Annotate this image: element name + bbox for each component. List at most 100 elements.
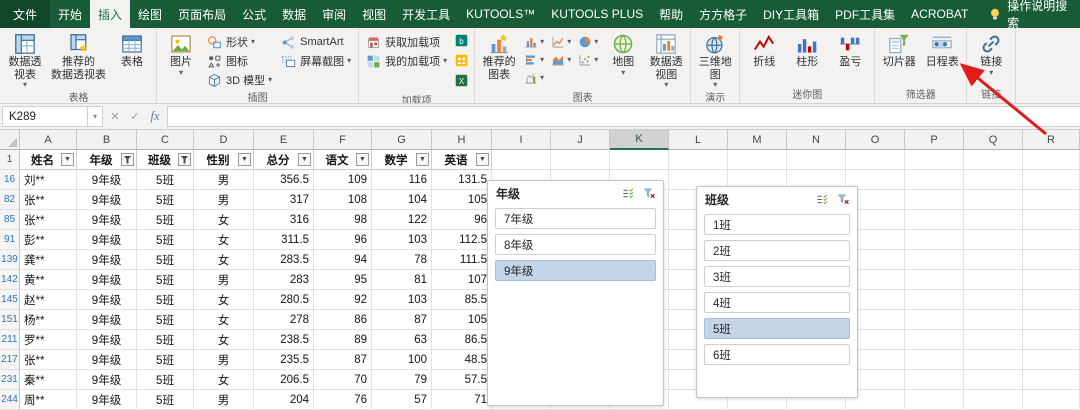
recommended-charts-button[interactable]: 推荐的 图表 [478, 30, 520, 81]
cell[interactable]: 9年级 [77, 330, 137, 350]
row-header[interactable]: 217 [0, 350, 20, 370]
ribbon-tab-data[interactable]: 数据 [274, 0, 314, 28]
row-header[interactable]: 1 [0, 150, 20, 170]
column-header-D[interactable]: D [194, 130, 254, 150]
cell[interactable]: 278 [254, 310, 314, 330]
cell[interactable]: 111.5 [432, 250, 492, 270]
cell[interactable] [1023, 270, 1080, 290]
cell[interactable]: 赵** [20, 290, 77, 310]
cell[interactable] [1023, 170, 1080, 190]
cell[interactable]: 9年级 [77, 370, 137, 390]
cell[interactable]: 罗** [20, 330, 77, 350]
name-box-dropdown-icon[interactable]: ▾ [88, 106, 103, 127]
column-header-C[interactable]: C [137, 130, 194, 150]
cell[interactable]: 男 [194, 170, 254, 190]
column-header-R[interactable]: R [1023, 130, 1080, 150]
recommended-pivottables-button[interactable]: 推荐的 数据透视表 [47, 30, 110, 81]
cell[interactable]: 122 [372, 210, 432, 230]
cell[interactable]: 311.5 [254, 230, 314, 250]
cell[interactable]: 英语 ▼ [432, 150, 492, 170]
filter-dropdown-button[interactable]: ▼ [238, 153, 251, 166]
cell[interactable]: 116 [372, 170, 432, 190]
slicer-item[interactable]: 2班 [704, 240, 850, 261]
ribbon-tab-file[interactable]: 文件 [0, 0, 51, 28]
cell[interactable]: 男 [194, 270, 254, 290]
cell[interactable]: 107 [432, 270, 492, 290]
cell[interactable]: 黄** [20, 270, 77, 290]
cell[interactable] [905, 270, 964, 290]
insert-pie-chart-button[interactable]: ▾ [575, 33, 601, 50]
insert-column-chart-button[interactable]: ▾ [521, 33, 547, 50]
cell[interactable] [492, 150, 551, 170]
cell[interactable]: 48.5 [432, 350, 492, 370]
cell[interactable] [905, 170, 964, 190]
cell[interactable] [1023, 390, 1080, 410]
cell[interactable]: 女 [194, 230, 254, 250]
cell[interactable] [905, 230, 964, 250]
cell[interactable] [964, 290, 1023, 310]
link-button[interactable]: 链接 ▾ [970, 30, 1012, 77]
cell[interactable]: 5班 [137, 350, 194, 370]
cell[interactable]: 86.5 [432, 330, 492, 350]
insert-scatter-chart-button[interactable]: ▾ [575, 51, 601, 68]
cell[interactable]: 5班 [137, 190, 194, 210]
cell[interactable] [905, 250, 964, 270]
cell[interactable]: 彭** [20, 230, 77, 250]
multi-select-button[interactable] [619, 186, 637, 202]
sparkline-winloss-button[interactable]: 盈亏 [829, 30, 871, 69]
column-header-L[interactable]: L [669, 130, 728, 150]
cell[interactable]: 5班 [137, 310, 194, 330]
cell[interactable] [1023, 290, 1080, 310]
cell[interactable]: 秦** [20, 370, 77, 390]
cell[interactable] [1023, 250, 1080, 270]
cell[interactable] [610, 150, 669, 170]
cell[interactable] [964, 170, 1023, 190]
cell[interactable] [1023, 150, 1080, 170]
shapes-button[interactable]: 形状 ▾ [203, 33, 276, 51]
cell[interactable]: 5班 [137, 330, 194, 350]
cell[interactable]: 103 [372, 290, 432, 310]
cell[interactable]: 9年级 [77, 350, 137, 370]
3d-map-button[interactable]: 三维地图 ▾ [694, 30, 736, 89]
cell[interactable] [1023, 210, 1080, 230]
cell[interactable] [846, 150, 905, 170]
ribbon-tab-formulas[interactable]: 公式 [234, 0, 274, 28]
slicer-item[interactable]: 7年级 [495, 208, 656, 229]
filter-dropdown-button[interactable]: ▼ [416, 153, 429, 166]
cell[interactable] [905, 150, 964, 170]
cell[interactable]: 张** [20, 350, 77, 370]
cell[interactable] [964, 250, 1023, 270]
cell[interactable]: 238.5 [254, 330, 314, 350]
cell[interactable] [964, 370, 1023, 390]
row-header[interactable]: 231 [0, 370, 20, 390]
cell[interactable]: 109 [314, 170, 372, 190]
cell[interactable]: 81 [372, 270, 432, 290]
cell[interactable]: 100 [372, 350, 432, 370]
ribbon-tab-draw[interactable]: 绘图 [130, 0, 170, 28]
cell[interactable] [905, 210, 964, 230]
cell[interactable] [905, 310, 964, 330]
multi-select-button[interactable] [813, 192, 831, 208]
cell[interactable]: 79 [372, 370, 432, 390]
cell[interactable]: 112.5 [432, 230, 492, 250]
ribbon-tab-help[interactable]: 帮助 [651, 0, 691, 28]
cell[interactable] [1023, 230, 1080, 250]
ribbon-tab-diy-toolbox[interactable]: DIY工具箱 [755, 0, 827, 28]
cell[interactable] [905, 330, 964, 350]
cell[interactable]: 语文 ▼ [314, 150, 372, 170]
column-header-A[interactable]: A [20, 130, 77, 150]
cell[interactable] [964, 210, 1023, 230]
cell[interactable]: 9年级 [77, 230, 137, 250]
cell[interactable]: 283.5 [254, 250, 314, 270]
slicer-item[interactable]: 3班 [704, 266, 850, 287]
cell[interactable]: 5班 [137, 250, 194, 270]
cell[interactable]: 87 [372, 310, 432, 330]
cell[interactable]: 63 [372, 330, 432, 350]
column-header-N[interactable]: N [787, 130, 846, 150]
cell[interactable]: 数学 ▼ [372, 150, 432, 170]
cell[interactable]: 283 [254, 270, 314, 290]
row-header[interactable]: 244 [0, 390, 20, 410]
cell[interactable] [964, 350, 1023, 370]
cell[interactable] [964, 310, 1023, 330]
cell[interactable]: 105 [432, 190, 492, 210]
